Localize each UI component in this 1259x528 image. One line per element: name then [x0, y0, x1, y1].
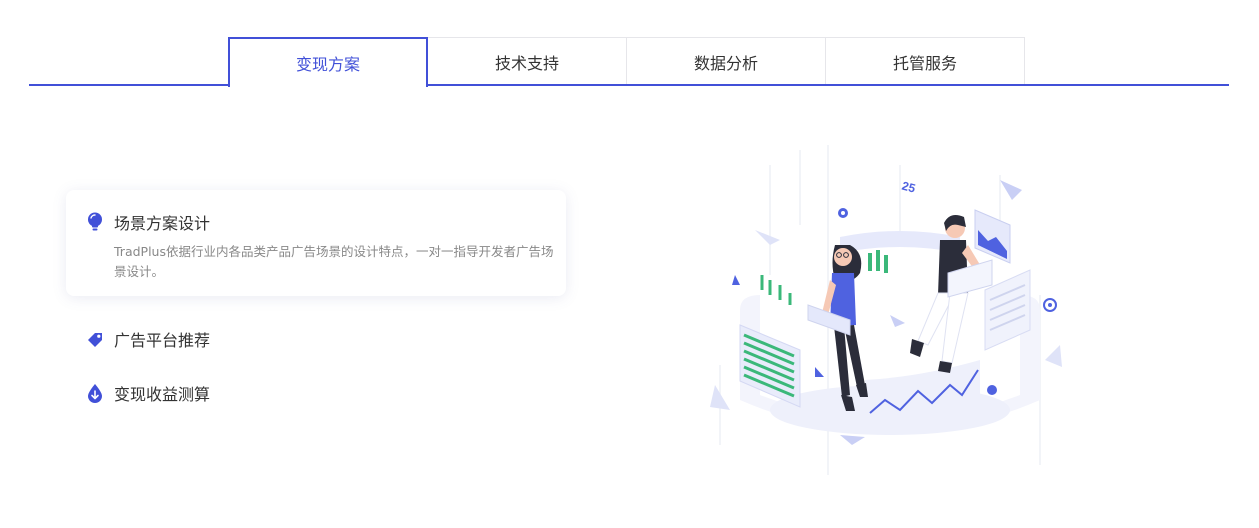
tab-managed-service[interactable]: 托管服务: [825, 37, 1025, 85]
feature-card-scene-design[interactable]: 场景方案设计 TradPlus依据行业内各品类产品广告场景的设计特点，一对一指导…: [66, 190, 566, 296]
feature-item-ad-platform[interactable]: 广告平台推荐: [66, 324, 566, 354]
tab-monetization-plan[interactable]: 变现方案: [228, 37, 428, 87]
feature-item-title: 广告平台推荐: [114, 331, 211, 350]
badge-number: 25: [900, 179, 917, 196]
isometric-illustration: 25: [710, 145, 1062, 475]
feature-card-title: 场景方案设计: [114, 214, 211, 233]
paper-plane-icon: [1000, 180, 1022, 200]
feature-item-revenue-estimate[interactable]: 变现收益测算: [66, 378, 566, 408]
tab-tech-support[interactable]: 技术支持: [427, 37, 627, 85]
dot-icon: [987, 385, 997, 395]
tab-bar: 变现方案 技术支持 数据分析 托管服务: [228, 37, 1025, 87]
paper-plane-icon: [1045, 345, 1062, 367]
top-bar-chart: [868, 250, 888, 273]
feature-card-description: TradPlus依据行业内各品类产品广告场景的设计特点，一对一指导开发者广告场景…: [114, 244, 554, 279]
small-triangle-icon: [815, 367, 824, 377]
paper-plane-icon: [755, 230, 780, 245]
tab-data-analysis[interactable]: 数据分析: [626, 37, 826, 85]
feature-list: 场景方案设计 TradPlus依据行业内各品类产品广告场景的设计特点，一对一指导…: [66, 190, 566, 408]
drop-download-icon: [88, 384, 102, 403]
paper-plane-icon: [840, 435, 865, 445]
feature-item-title: 变现收益测算: [114, 385, 211, 404]
small-triangle-icon: [732, 275, 740, 285]
small-bar-chart: [760, 275, 792, 305]
paper-plane-icon: [890, 315, 905, 327]
tag-icon: [88, 333, 102, 347]
tab-underline: [29, 84, 1229, 86]
lightbulb-icon: [88, 212, 102, 231]
